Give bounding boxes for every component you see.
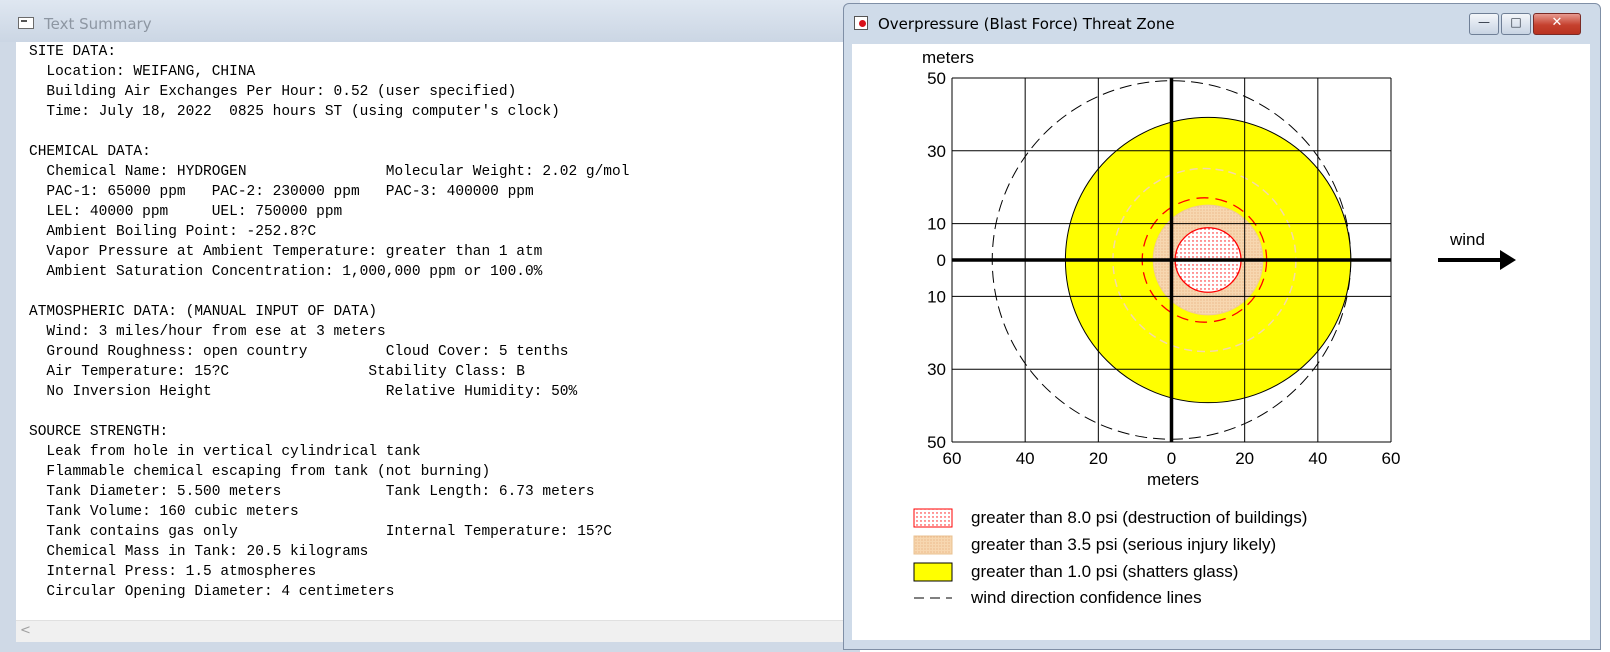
y-tick-label: 10 (927, 215, 946, 234)
summary-text: SITE DATA: Location: WEIFANG, CHINA Buil… (29, 42, 629, 602)
summary-line: Wind: 3 miles/hour from ese at 3 meters (46, 324, 386, 340)
x-tick-label: 40 (1308, 449, 1327, 468)
summary-line: CHEMICAL DATA: (29, 144, 151, 160)
legend-label-confidence: wind direction confidence lines (970, 588, 1202, 607)
summary-line: Tank contains gas only Internal Temperat… (46, 524, 612, 540)
window-title: Text Summary (44, 15, 152, 33)
summary-line: Ground Roughness: open country Cloud Cov… (46, 344, 569, 360)
y-axis-label: meters (922, 48, 974, 67)
maximize-icon: □ (1510, 15, 1522, 29)
threat-zone-icon (854, 16, 868, 30)
summary-line: Air Temperature: 15?C Stability Class: B (46, 364, 525, 380)
x-axis-label: meters (1147, 470, 1199, 489)
threat-zone-plot-area: meters meters 50 30 10 0 10 30 50 60 40 20 0 20 40 60… (852, 44, 1590, 640)
threat-zone-chart: meters meters 503010010305060 40 20 0 20 40 60… (913, 48, 1516, 607)
text-summary-content: SITE DATA: Location: WEIFANG, CHINA Buil… (16, 42, 854, 622)
summary-line: Tank Diameter: 5.500 meters Tank Length:… (46, 484, 595, 500)
summary-line: Tank Volume: 160 cubic meters (46, 504, 299, 520)
maximize-button[interactable]: □ (1501, 13, 1531, 35)
summary-line: ATMOSPHERIC DATA: (MANUAL INPUT OF DATA) (29, 304, 378, 320)
close-icon: ✕ (1551, 15, 1563, 30)
summary-line: PAC-1: 65000 ppm PAC-2: 230000 ppm PAC-3… (46, 184, 534, 200)
y-tick-label: 10 (927, 287, 946, 306)
minimize-button[interactable]: — (1469, 13, 1499, 35)
wind-arrowhead-icon (1500, 250, 1516, 270)
threat-zone-window: Overpressure (Blast Force) Threat Zone —… (843, 3, 1601, 650)
summary-line: Location: WEIFANG, CHINA (46, 64, 256, 80)
summary-line: Ambient Saturation Concentration: 1,000,… (46, 264, 543, 280)
close-button[interactable]: ✕ (1533, 13, 1581, 35)
legend-label-1psi: greater than 1.0 psi (shatters glass) (971, 562, 1238, 581)
legend-swatch-3-5psi (913, 535, 953, 555)
legend: greater than 8.0 psi (destruction of bui… (913, 508, 1307, 607)
summary-line: Chemical Name: HYDROGEN Molecular Weight… (46, 164, 630, 180)
legend-swatch-8psi (913, 508, 953, 528)
summary-line: Leak from hole in vertical cylindrical t… (46, 444, 421, 460)
y-tick-label: 0 (937, 251, 946, 270)
summary-line: SOURCE STRENGTH: (29, 424, 169, 440)
summary-line: Flammable chemical escaping from tank (n… (46, 464, 491, 480)
y-tick-label: 30 (927, 142, 946, 161)
x-tick-label: 60 (1382, 449, 1401, 468)
threat-zone-titlebar[interactable]: Overpressure (Blast Force) Threat Zone —… (844, 4, 1600, 44)
wind-label: wind (1449, 230, 1485, 249)
x-tick-label: 0 (1167, 449, 1176, 468)
document-icon (18, 17, 34, 29)
y-tick-label: 50 (927, 69, 946, 88)
x-tick-label: 60 (943, 449, 962, 468)
legend-swatch-1psi (913, 562, 953, 582)
minimize-icon: — (1478, 15, 1490, 29)
y-tick-label: 30 (927, 360, 946, 379)
summary-line: Ambient Boiling Point: -252.8?C (46, 224, 317, 240)
summary-line: Vapor Pressure at Ambient Temperature: g… (46, 244, 543, 260)
window-title: Overpressure (Blast Force) Threat Zone (878, 15, 1175, 33)
x-tick-label: 20 (1089, 449, 1108, 468)
summary-line: SITE DATA: (29, 44, 117, 60)
summary-line: Time: July 18, 2022 0825 hours ST (using… (46, 104, 560, 120)
x-tick-label: 20 (1235, 449, 1254, 468)
plot-grid (951, 77, 1392, 443)
text-summary-window: Text Summary SITE DATA: Location: WEIFAN… (0, 0, 860, 652)
summary-line: No Inversion Height Relative Humidity: 5… (46, 384, 578, 400)
x-tick-label: 40 (1016, 449, 1035, 468)
summary-line: LEL: 40000 ppm UEL: 750000 ppm (46, 204, 343, 220)
text-summary-titlebar[interactable]: Text Summary (0, 0, 860, 42)
horizontal-scrollbar[interactable]: < (16, 620, 854, 642)
summary-line: Chemical Mass in Tank: 20.5 kilograms (46, 544, 369, 560)
summary-line: Circular Opening Diameter: 4 centimeters (46, 584, 395, 600)
legend-label-8psi: greater than 8.0 psi (destruction of bui… (971, 508, 1307, 527)
summary-line: Building Air Exchanges Per Hour: 0.52 (u… (46, 84, 517, 100)
scroll-left-icon[interactable]: < (20, 623, 31, 638)
legend-label-3-5psi: greater than 3.5 psi (serious injury lik… (971, 535, 1276, 554)
summary-line: Internal Press: 1.5 atmospheres (46, 564, 317, 580)
